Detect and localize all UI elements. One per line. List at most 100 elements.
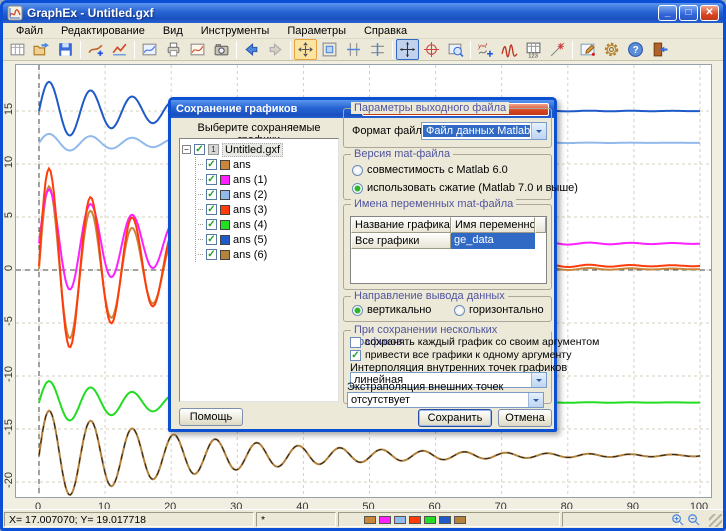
chart-edit-icon[interactable] xyxy=(576,39,599,60)
item-checkbox[interactable]: ✓ xyxy=(206,249,217,260)
direction-group: Направление вывода данных вертикально го… xyxy=(343,296,552,322)
close-button[interactable]: ✕ xyxy=(700,5,719,21)
tree-root-row[interactable]: − ✓ 1 Untitled.gxf xyxy=(182,142,336,157)
mat-version-group: Версия mat-файла совместимость с Matlab … xyxy=(343,154,552,200)
tree-item-6[interactable]: ✓ans (6) xyxy=(198,247,336,262)
help-icon[interactable]: ? xyxy=(624,39,647,60)
help-button[interactable]: Помощь xyxy=(179,408,243,426)
tree-item-3[interactable]: ✓ans (3) xyxy=(198,202,336,217)
print-icon[interactable] xyxy=(162,39,185,60)
item-checkbox[interactable]: ✓ xyxy=(206,159,217,170)
chevron-down-icon[interactable] xyxy=(531,123,546,139)
title-bar[interactable]: GraphEx - Untitled.gxf _ □ ✕ xyxy=(3,3,723,23)
curve-tools-icon[interactable] xyxy=(498,39,521,60)
fit-width-icon[interactable] xyxy=(342,39,365,60)
curve-color-swatch xyxy=(220,205,230,215)
radio-icon[interactable] xyxy=(454,305,465,316)
checkbox-checked-icon[interactable]: ✓ xyxy=(350,350,361,361)
tree-item-label: ans xyxy=(233,159,251,171)
crosshair-icon[interactable] xyxy=(396,39,419,60)
checkbox-icon[interactable] xyxy=(350,337,361,348)
status-extra-panel xyxy=(562,512,680,527)
maximize-button[interactable]: □ xyxy=(679,5,698,21)
new-table-icon[interactable] xyxy=(6,39,29,60)
cell-all-graphs[interactable]: Все графики xyxy=(351,233,451,249)
save-button[interactable]: Сохранить xyxy=(418,409,492,427)
x-tick-label: 40 xyxy=(289,501,315,509)
extrap-combo[interactable]: отсутствует xyxy=(347,392,544,408)
col-var-name[interactable]: Имя переменной xyxy=(451,217,535,233)
item-checkbox[interactable]: ✓ xyxy=(206,189,217,200)
cancel-button[interactable]: Отмена xyxy=(498,409,552,427)
radio-horizontal-label: горизонтально xyxy=(469,304,544,316)
check-same-argument[interactable]: ✓ привести все графики к одному аргумент… xyxy=(350,349,571,361)
data-table-icon[interactable]: 123 xyxy=(522,39,545,60)
root-checkbox[interactable]: ✓ xyxy=(194,144,205,155)
graphs-tree[interactable]: − ✓ 1 Untitled.gxf ✓ans✓ans (1)✓ans (2)✓… xyxy=(179,138,339,402)
export-chart-icon[interactable] xyxy=(186,39,209,60)
item-checkbox[interactable]: ✓ xyxy=(206,174,217,185)
radio-compress[interactable]: использовать сжатие (Matlab 7.0 и выше) xyxy=(352,182,578,194)
exit-icon[interactable] xyxy=(648,39,671,60)
y-tick-label: 5 xyxy=(3,200,15,230)
radio-matlab6[interactable]: совместимость с Matlab 6.0 xyxy=(352,164,508,176)
target-icon[interactable] xyxy=(420,39,443,60)
tree-item-2[interactable]: ✓ans (2) xyxy=(198,187,336,202)
settings-gear-icon[interactable] xyxy=(600,39,623,60)
cell-var-value[interactable]: ge_data xyxy=(451,233,535,249)
back-arrow-icon[interactable] xyxy=(240,39,263,60)
radio-icon[interactable] xyxy=(352,165,363,176)
yfx-add-icon[interactable]: y=f xyxy=(474,39,497,60)
tree-item-5[interactable]: ✓ans (5) xyxy=(198,232,336,247)
edit-graph-icon[interactable] xyxy=(108,39,131,60)
zoom-out-status-icon[interactable] xyxy=(686,512,701,527)
radio-vertical[interactable]: вертикально xyxy=(352,304,431,316)
zoom-in-status-icon[interactable] xyxy=(670,512,685,527)
menu-bar: ФайлРедактированиеВидИнструментыПараметр… xyxy=(3,23,723,39)
check-own-argument[interactable]: сохранять каждый график со своим аргумен… xyxy=(350,336,599,348)
item-checkbox[interactable]: ✓ xyxy=(206,234,217,245)
file-format-combo[interactable]: Файл данных Matlab xyxy=(421,122,547,140)
menu-item-1[interactable]: Редактирование xyxy=(52,24,154,38)
camera-icon[interactable] xyxy=(210,39,233,60)
minimize-button[interactable]: _ xyxy=(658,5,677,21)
curve-color-swatch xyxy=(220,250,230,260)
radio-selected-icon[interactable] xyxy=(352,305,363,316)
tree-item-1[interactable]: ✓ans (1) xyxy=(198,172,336,187)
status-bar: X= 17.007070; Y= 19.017718 * xyxy=(3,509,723,528)
resize-grip[interactable] xyxy=(709,514,722,527)
tree-root-label[interactable]: Untitled.gxf xyxy=(222,143,283,157)
format-label: Формат файла xyxy=(352,125,428,137)
graph-window-icon: 1 xyxy=(208,144,219,155)
var-names-caption: Имена переменных mat-файла xyxy=(351,198,516,210)
col-graph-name[interactable]: Название графика xyxy=(351,217,451,233)
tree-item-0[interactable]: ✓ ans xyxy=(198,157,336,172)
tree-item-label: ans (4) xyxy=(233,219,267,231)
export-image-icon[interactable] xyxy=(138,39,161,60)
menu-item-4[interactable]: Параметры xyxy=(278,24,355,38)
open-file-icon[interactable] xyxy=(30,39,53,60)
menu-item-0[interactable]: Файл xyxy=(7,24,52,38)
zoom-select-icon[interactable] xyxy=(444,39,467,60)
save-file-icon[interactable] xyxy=(54,39,77,60)
radio-horizontal[interactable]: горизонтально xyxy=(454,304,544,316)
item-checkbox[interactable]: ✓ xyxy=(206,219,217,230)
fit-window-icon[interactable] xyxy=(318,39,341,60)
item-checkbox[interactable]: ✓ xyxy=(206,204,217,215)
curve-color-chip xyxy=(379,516,391,524)
chevron-down-icon[interactable] xyxy=(528,393,543,407)
axes-star-icon[interactable] xyxy=(546,39,569,60)
fit-all-icon[interactable] xyxy=(294,39,317,60)
fit-height-icon[interactable] xyxy=(366,39,389,60)
svg-text:y=f: y=f xyxy=(477,43,488,50)
var-names-table[interactable]: Название графика Имя переменной Все граф… xyxy=(350,216,547,284)
y-tick-label: -15 xyxy=(3,412,15,442)
menu-item-3[interactable]: Инструменты xyxy=(192,24,279,38)
collapse-icon[interactable]: − xyxy=(182,145,191,154)
radio-selected-icon[interactable] xyxy=(352,183,363,194)
menu-item-2[interactable]: Вид xyxy=(154,24,192,38)
y-tick-label: -5 xyxy=(3,306,15,336)
tree-item-4[interactable]: ✓ ans (4) xyxy=(198,217,336,232)
add-graph-icon[interactable] xyxy=(84,39,107,60)
menu-item-5[interactable]: Справка xyxy=(355,24,416,38)
